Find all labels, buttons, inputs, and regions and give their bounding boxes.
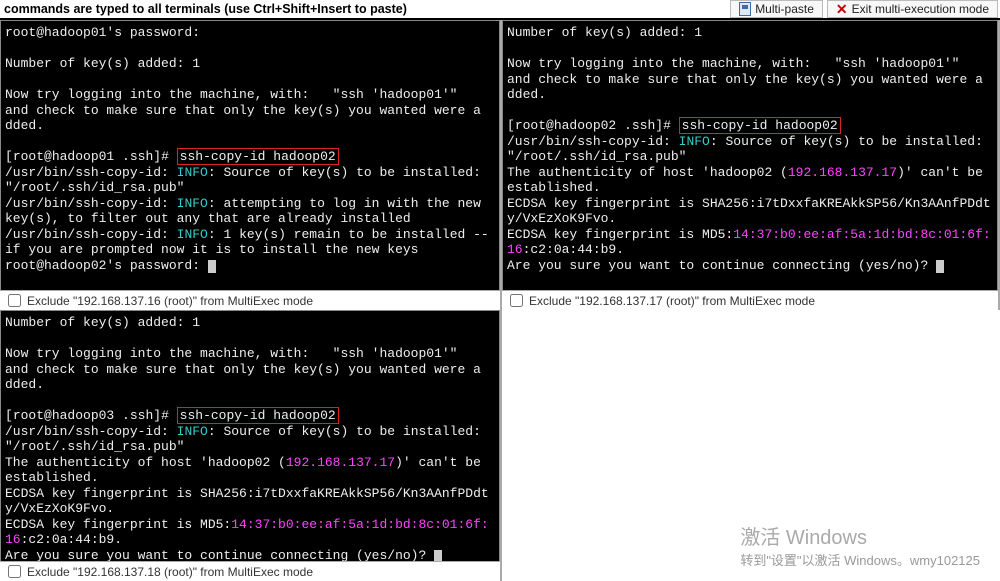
highlighted-command-1: ssh-copy-id hadoop02 — [679, 117, 841, 134]
exclude-label-2: Exclude "192.168.137.18 (root)" from Mul… — [27, 565, 313, 579]
multi-exec-header-bar: commands are typed to all terminals (use… — [0, 0, 1000, 20]
highlighted-command-2: ssh-copy-id hadoop02 — [177, 407, 339, 424]
watermark-subtitle: 转到"设置"以激活 Windows。wmy102125 — [740, 550, 980, 569]
pane-footer-0: Exclude "192.168.137.16 (root)" from Mul… — [0, 290, 500, 310]
exclude-checkbox-1[interactable] — [510, 294, 523, 307]
watermark-title: 激活 Windows — [740, 521, 980, 550]
exclude-checkbox-0[interactable] — [8, 294, 21, 307]
cursor-0 — [208, 260, 216, 273]
exclude-label-0: Exclude "192.168.137.16 (root)" from Mul… — [27, 294, 313, 308]
exit-multi-exec-button[interactable]: ✕ Exit multi-execution mode — [827, 0, 998, 18]
paste-icon — [739, 2, 751, 16]
exclude-label-1: Exclude "192.168.137.17 (root)" from Mul… — [529, 294, 815, 308]
exclude-checkbox-2[interactable] — [8, 565, 21, 578]
terminal-grid: root@hadoop01's password: Number of key(… — [0, 20, 1000, 581]
windows-activation-watermark: 激活 Windows 转到"设置"以激活 Windows。wmy102125 — [740, 521, 980, 569]
header-buttons: Multi-paste ✕ Exit multi-execution mode — [730, 0, 998, 18]
pane-footer-2: Exclude "192.168.137.18 (root)" from Mul… — [0, 561, 500, 581]
highlighted-command-0: ssh-copy-id hadoop02 — [177, 148, 339, 165]
terminal-pane-1: Number of key(s) added: 1 Now try loggin… — [502, 20, 1000, 310]
multi-paste-button[interactable]: Multi-paste — [730, 0, 823, 18]
cursor-1 — [936, 260, 944, 273]
cursor-2 — [434, 550, 442, 562]
pane-footer-1: Exclude "192.168.137.17 (root)" from Mul… — [502, 290, 998, 310]
terminal-pane-0: root@hadoop01's password: Number of key(… — [0, 20, 502, 310]
close-icon: ✕ — [836, 3, 848, 15]
exit-multi-exec-label: Exit multi-execution mode — [852, 2, 989, 16]
terminal-pane-2: Number of key(s) added: 1 Now try loggin… — [0, 310, 502, 581]
multi-paste-label: Multi-paste — [755, 2, 814, 16]
multi-exec-instruction: commands are typed to all terminals (use… — [2, 2, 407, 16]
terminal-output-2[interactable]: Number of key(s) added: 1 Now try loggin… — [0, 310, 500, 561]
terminal-output-0[interactable]: root@hadoop01's password: Number of key(… — [0, 20, 500, 290]
terminal-output-1[interactable]: Number of key(s) added: 1 Now try loggin… — [502, 20, 998, 290]
